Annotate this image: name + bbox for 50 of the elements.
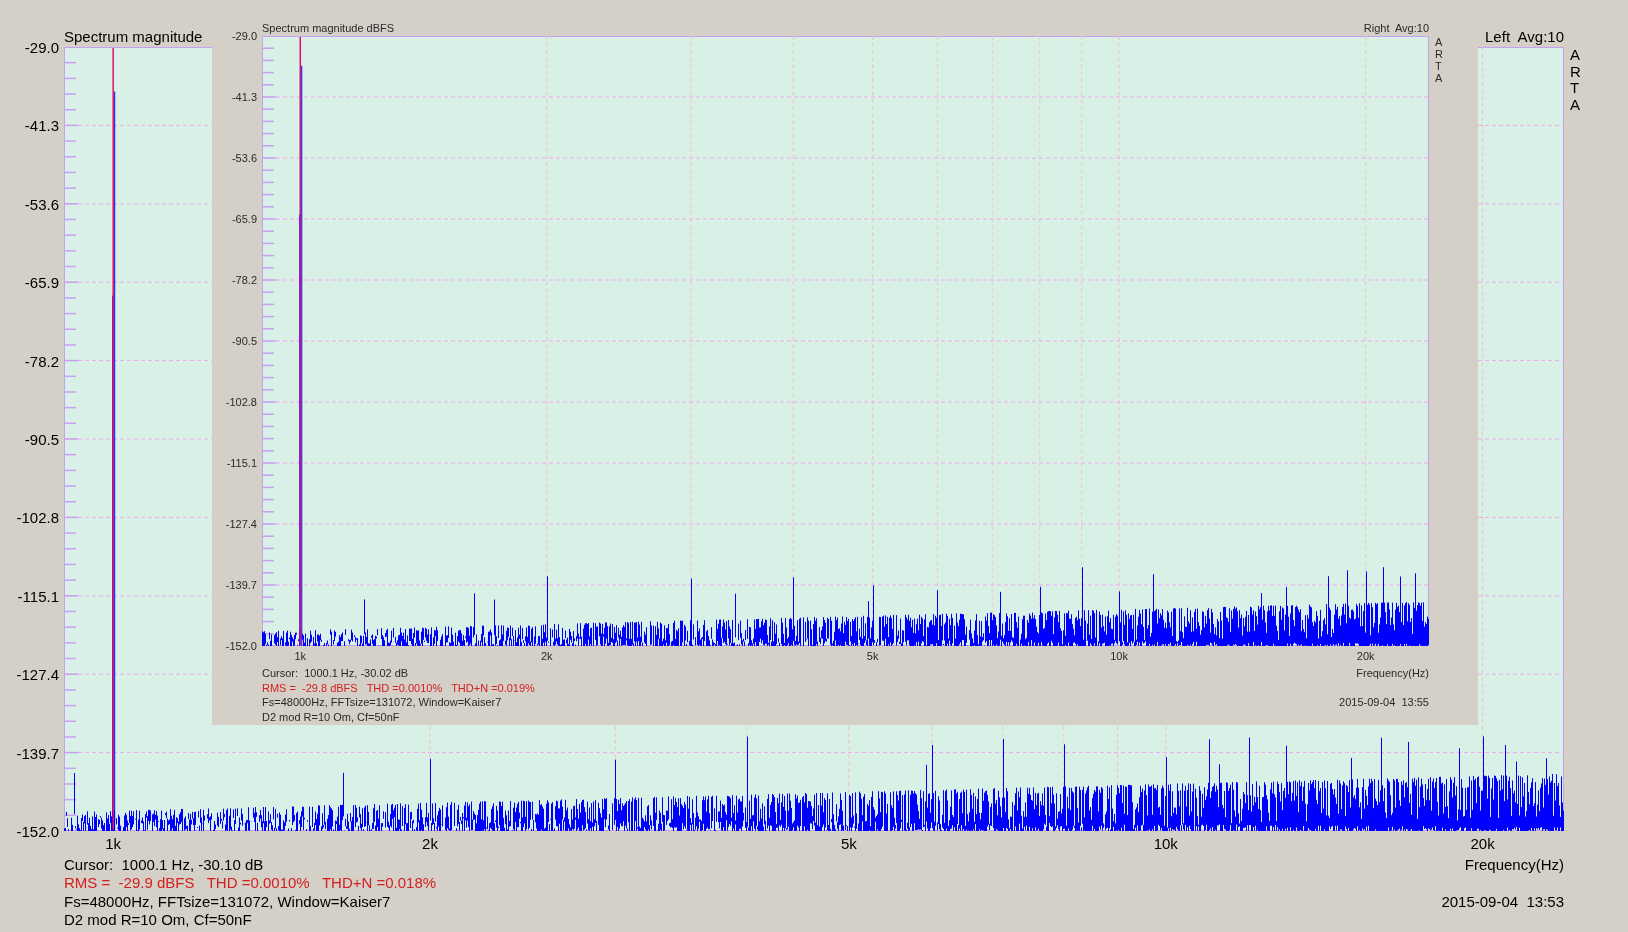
- y-axis-label: -102.8: [225, 396, 257, 408]
- y-axis-label: -90.5: [24, 430, 59, 448]
- measurement-readout: RMS = -29.8 dBFS THD =0.0010% THD+N =0.019%: [262, 681, 535, 694]
- x-axis-title: Frequency(Hz): [1464, 855, 1564, 873]
- y-axis-label: -102.8: [16, 508, 59, 526]
- chart-title: Spectrum magnitude dBFS: [262, 22, 395, 34]
- settings-text: Fs=48000Hz, FFTsize=131072, Window=Kaiser7: [262, 696, 502, 709]
- settings-text: Fs=48000Hz, FFTsize=131072, Window=Kaiser7: [64, 892, 391, 910]
- y-axis-label: -53.6: [24, 195, 59, 213]
- y-axis-label: -152.0: [225, 640, 257, 652]
- y-axis-label: -29.0: [231, 30, 257, 42]
- x-axis-label: 20k: [1356, 650, 1375, 662]
- x-axis-label: 5k: [840, 834, 857, 852]
- x-axis-label: 5k: [866, 650, 879, 662]
- x-axis-label: 1k: [294, 650, 307, 662]
- x-axis-label: 10k: [1110, 650, 1128, 662]
- y-axis-label: -139.7: [225, 579, 257, 591]
- cursor-readout: Cursor: 1000.1 Hz, -30.10 dB: [64, 855, 264, 873]
- y-axis-label: -152.0: [16, 822, 59, 840]
- timestamp: 2015-09-04 13:55: [1339, 696, 1429, 709]
- y-axis-label: -41.3: [231, 91, 257, 103]
- x-axis-label: 20k: [1470, 834, 1495, 852]
- y-axis-label: -115.1: [226, 457, 257, 469]
- y-axis-label: -29.0: [24, 38, 59, 56]
- note-text: D2 mod R=10 Om, Cf=50nF: [262, 710, 400, 723]
- y-axis-label: -115.1: [17, 587, 59, 605]
- app-logo: ARTA: [1570, 47, 1582, 113]
- y-axis-label: -127.4: [225, 518, 257, 530]
- measurement-readout: RMS = -29.9 dBFS THD =0.0010% THD+N =0.018%: [64, 874, 437, 892]
- x-axis-label: 1k: [105, 834, 122, 852]
- y-axis-label: -90.5: [231, 335, 257, 347]
- chart-title: Spectrum magnitude: [64, 28, 203, 45]
- cursor-readout: Cursor: 1000.1 Hz, -30.02 dB: [262, 667, 409, 680]
- y-axis-label: -41.3: [24, 116, 59, 134]
- x-axis-title: Frequency(Hz): [1356, 667, 1429, 680]
- y-axis-label: -78.2: [231, 274, 257, 286]
- y-axis-label: -78.2: [24, 352, 59, 370]
- y-axis-label: -139.7: [16, 744, 59, 762]
- channel-label: Left Avg:10: [1485, 28, 1564, 45]
- timestamp: 2015-09-04 13:53: [1441, 892, 1564, 910]
- x-axis-label: 2k: [422, 834, 438, 852]
- channel-label: Right Avg:10: [1363, 22, 1429, 34]
- y-axis-label: -127.4: [16, 665, 59, 683]
- y-axis-label: -65.9: [231, 213, 257, 225]
- x-axis-label: 10k: [1153, 834, 1178, 852]
- y-axis-label: -53.6: [231, 152, 257, 164]
- x-axis-label: 2k: [540, 650, 553, 662]
- app-logo: ARTA: [1435, 36, 1444, 85]
- note-text: D2 mod R=10 Om, Cf=50nF: [64, 911, 252, 929]
- y-axis-label: -65.9: [24, 273, 59, 291]
